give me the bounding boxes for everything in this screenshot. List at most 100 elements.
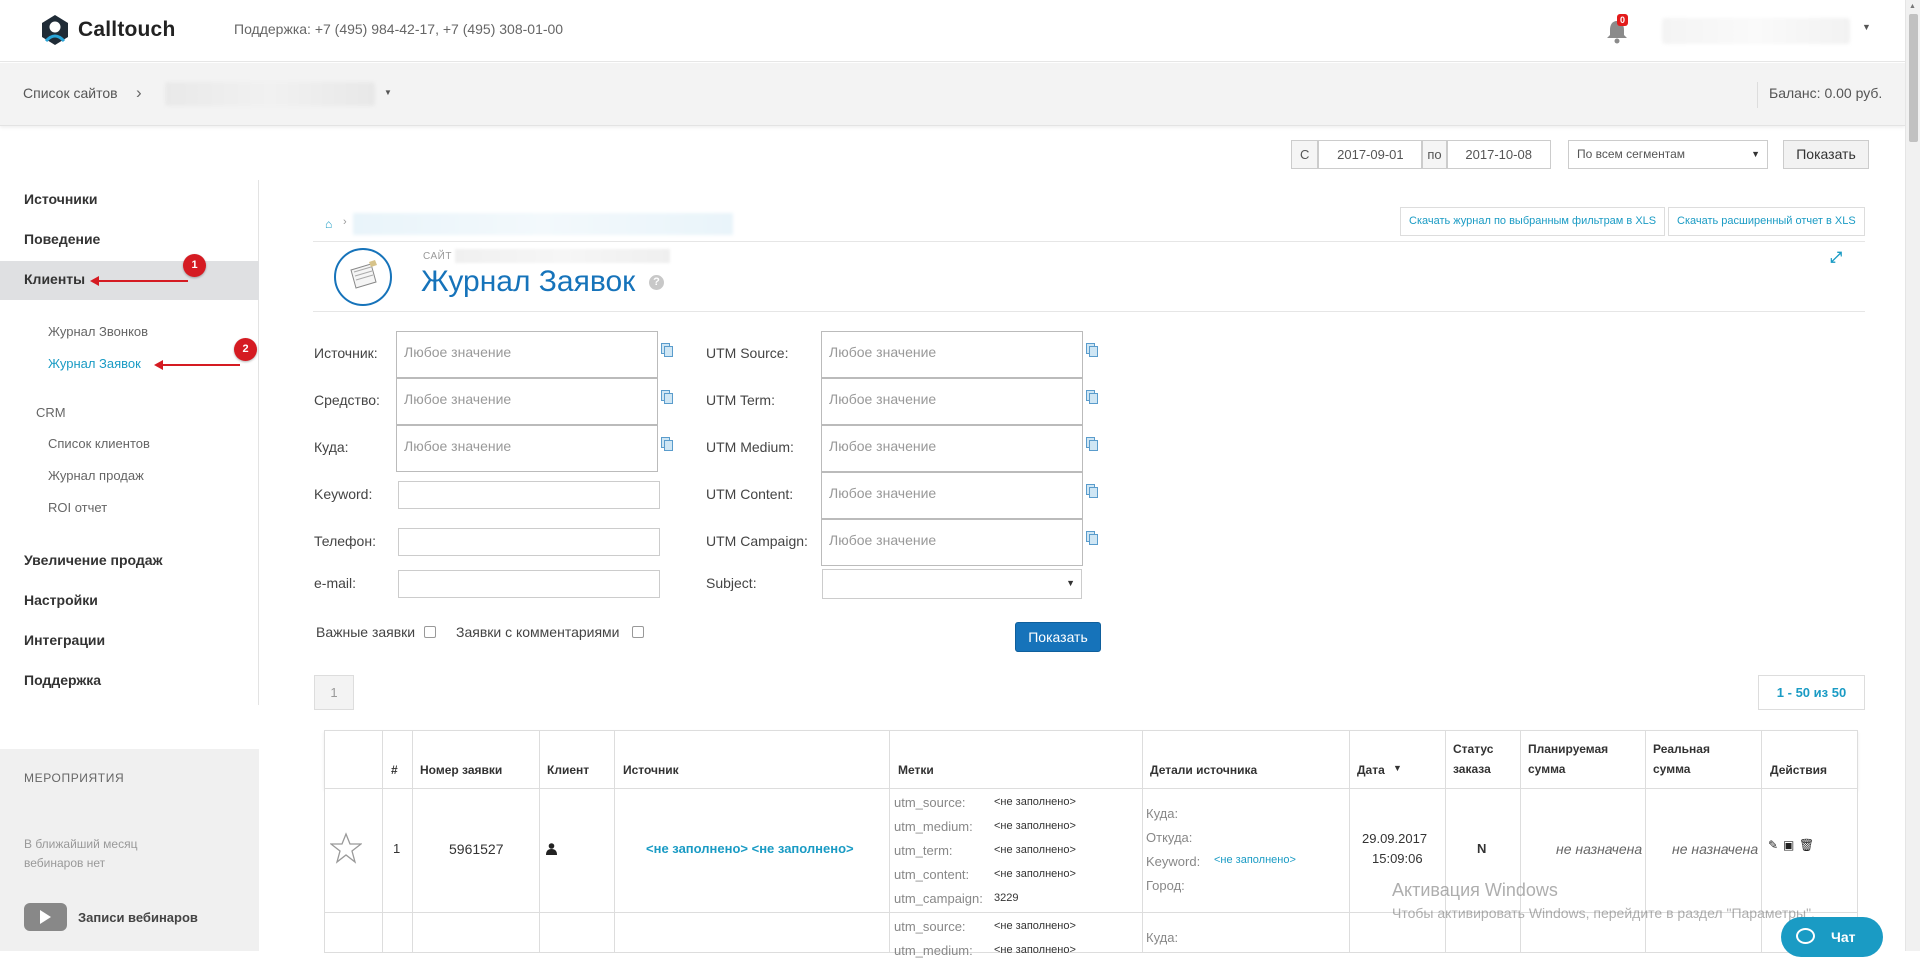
copy-icon[interactable] <box>661 390 673 404</box>
col-tags[interactable]: Метки <box>898 760 934 780</box>
sidebar-item-call-log[interactable]: Журнал Звонков <box>48 324 148 339</box>
email-input[interactable] <box>398 570 660 598</box>
sidebar-item-request-log[interactable]: Журнал Заявок <box>48 356 141 371</box>
site-selector[interactable] <box>165 82 375 106</box>
logo[interactable]: Calltouch <box>40 14 175 46</box>
col-client[interactable]: Клиент <box>547 760 589 780</box>
date-to-label: по <box>1422 140 1447 169</box>
show-button[interactable]: Показать <box>1015 622 1101 652</box>
pagination-page[interactable]: 1 <box>314 675 354 710</box>
comments-checkbox[interactable] <box>632 626 644 638</box>
utm-key: utm_term: <box>894 843 953 858</box>
col-source-details[interactable]: Детали источника <box>1150 760 1257 780</box>
detail-key: Город: <box>1146 878 1185 893</box>
keyword-input[interactable] <box>398 481 660 509</box>
delete-icon[interactable]: 🗑 <box>1799 838 1814 852</box>
star-icon[interactable] <box>330 832 362 864</box>
chat-bubble-icon <box>1796 928 1815 944</box>
sort-desc-icon[interactable]: ▼ <box>1393 758 1402 778</box>
sidebar-item-sales-log[interactable]: Журнал продаж <box>48 468 144 483</box>
sidebar-item-support[interactable]: Поддержка <box>24 672 101 688</box>
copy-icon[interactable] <box>1086 531 1098 545</box>
table-row[interactable]: 1 5961527 <не заполнено> <не заполнено> … <box>324 789 1858 913</box>
copy-icon[interactable] <box>1086 390 1098 404</box>
copy-icon[interactable] <box>661 437 673 451</box>
show-date-button[interactable]: Показать <box>1783 140 1869 169</box>
copy-icon[interactable] <box>1086 484 1098 498</box>
medium-input[interactable]: Любое значение <box>396 378 658 425</box>
home-icon[interactable]: ⌂ <box>325 217 332 231</box>
col-num[interactable]: # <box>391 760 398 780</box>
date-to-input[interactable]: 2017-10-08 <box>1446 140 1551 169</box>
download-extended-xls-button[interactable]: Скачать расширенный отчет в XLS <box>1668 207 1865 236</box>
scroll-thumb[interactable] <box>1909 14 1918 142</box>
copy-icon[interactable] <box>661 343 673 357</box>
utm-medium-input[interactable]: Любое значение <box>821 425 1083 472</box>
user-menu[interactable] <box>1662 18 1850 44</box>
divider <box>1349 789 1350 913</box>
row-planned[interactable]: не назначена <box>1556 841 1642 857</box>
divider <box>539 913 540 953</box>
utm-content-input[interactable]: Любое значение <box>821 472 1083 519</box>
webinars-link[interactable]: Записи вебинаров <box>78 910 198 925</box>
annotation-marker-2: 2 <box>234 338 257 361</box>
subject-select[interactable]: ▼ <box>822 569 1082 599</box>
row-status[interactable]: N <box>1477 841 1486 856</box>
sidebar-item-roi-report[interactable]: ROI отчет <box>48 500 107 515</box>
sidebar-item-sources[interactable]: Источники <box>24 191 98 207</box>
caret-down-icon[interactable]: ▼ <box>1862 22 1871 32</box>
chat-label: Чат <box>1831 929 1856 945</box>
site-label: САЙТ <box>423 251 452 262</box>
events-text: В ближайший месяц вебинаров нет <box>24 837 138 870</box>
utm-term-input[interactable]: Любое значение <box>821 378 1083 425</box>
date-from-input[interactable]: 2017-09-01 <box>1318 140 1423 169</box>
sites-list-link[interactable]: Список сайтов <box>23 85 118 101</box>
col-date[interactable]: Дата <box>1357 760 1385 780</box>
divider <box>313 241 1865 242</box>
expand-icon[interactable]: ⤢ <box>1830 249 1842 266</box>
copy-icon[interactable]: ▣ <box>1783 838 1794 852</box>
support-phones: Поддержка: +7 (495) 984-42-17, +7 (495) … <box>234 21 564 37</box>
divider <box>1142 789 1143 913</box>
breadcrumb[interactable] <box>353 213 733 235</box>
divider <box>1761 789 1762 913</box>
divider <box>1761 731 1762 790</box>
phone-input[interactable] <box>398 528 660 556</box>
col-order-status[interactable]: Статус заказа <box>1453 739 1493 779</box>
help-icon[interactable]: ? <box>649 275 664 290</box>
important-checkbox[interactable] <box>424 626 436 638</box>
divider <box>1757 82 1758 108</box>
utm-source-input[interactable]: Любое значение <box>821 331 1083 378</box>
scroll-up-icon[interactable]: ▲ <box>1909 3 1916 10</box>
user-icon[interactable] <box>546 843 557 855</box>
utm-campaign-input[interactable]: Любое значение <box>821 519 1083 566</box>
row-order-no[interactable]: 5961527 <box>449 841 504 857</box>
where-input[interactable]: Любое значение <box>396 425 658 472</box>
sidebar-item-client-list[interactable]: Список клиентов <box>48 436 150 451</box>
col-real-sum[interactable]: Реальная сумма <box>1653 739 1710 779</box>
detail-keyword-value[interactable]: <не заполнено> <box>1214 854 1296 866</box>
copy-icon[interactable] <box>1086 343 1098 357</box>
row-source[interactable]: <не заполнено> <не заполнено> <box>646 841 854 856</box>
sidebar-item-behavior[interactable]: Поведение <box>24 231 100 247</box>
edit-icon[interactable]: ✎ <box>1768 838 1778 852</box>
col-source[interactable]: Источник <box>623 760 679 780</box>
copy-icon[interactable] <box>1086 437 1098 451</box>
segment-select[interactable]: По всем сегментам ▼ <box>1568 140 1768 169</box>
col-planned-sum[interactable]: Планируемая сумма <box>1528 739 1608 779</box>
source-input[interactable]: Любое значение <box>396 331 658 378</box>
download-filtered-xls-button[interactable]: Скачать журнал по выбранным фильтрам в X… <box>1400 207 1666 236</box>
caret-down-icon[interactable]: ▼ <box>384 88 392 97</box>
row-real[interactable]: не назначена <box>1672 841 1758 857</box>
sidebar-item-integrations[interactable]: Интеграции <box>24 632 105 648</box>
utm-value: <не заполнено> <box>994 820 1076 832</box>
sidebar-item-settings[interactable]: Настройки <box>24 592 98 608</box>
sidebar-item-clients[interactable]: Клиенты <box>24 271 85 287</box>
utm-key: utm_campaign: <box>894 891 983 906</box>
scrollbar[interactable]: ▲ <box>1905 0 1920 951</box>
annotation-marker-1: 1 <box>183 254 206 277</box>
sidebar-item-sales-growth[interactable]: Увеличение продаж <box>24 552 163 568</box>
divider <box>1142 913 1143 953</box>
col-order-no[interactable]: Номер заявки <box>420 760 502 780</box>
utm-value: <не заполнено> <box>994 796 1076 808</box>
